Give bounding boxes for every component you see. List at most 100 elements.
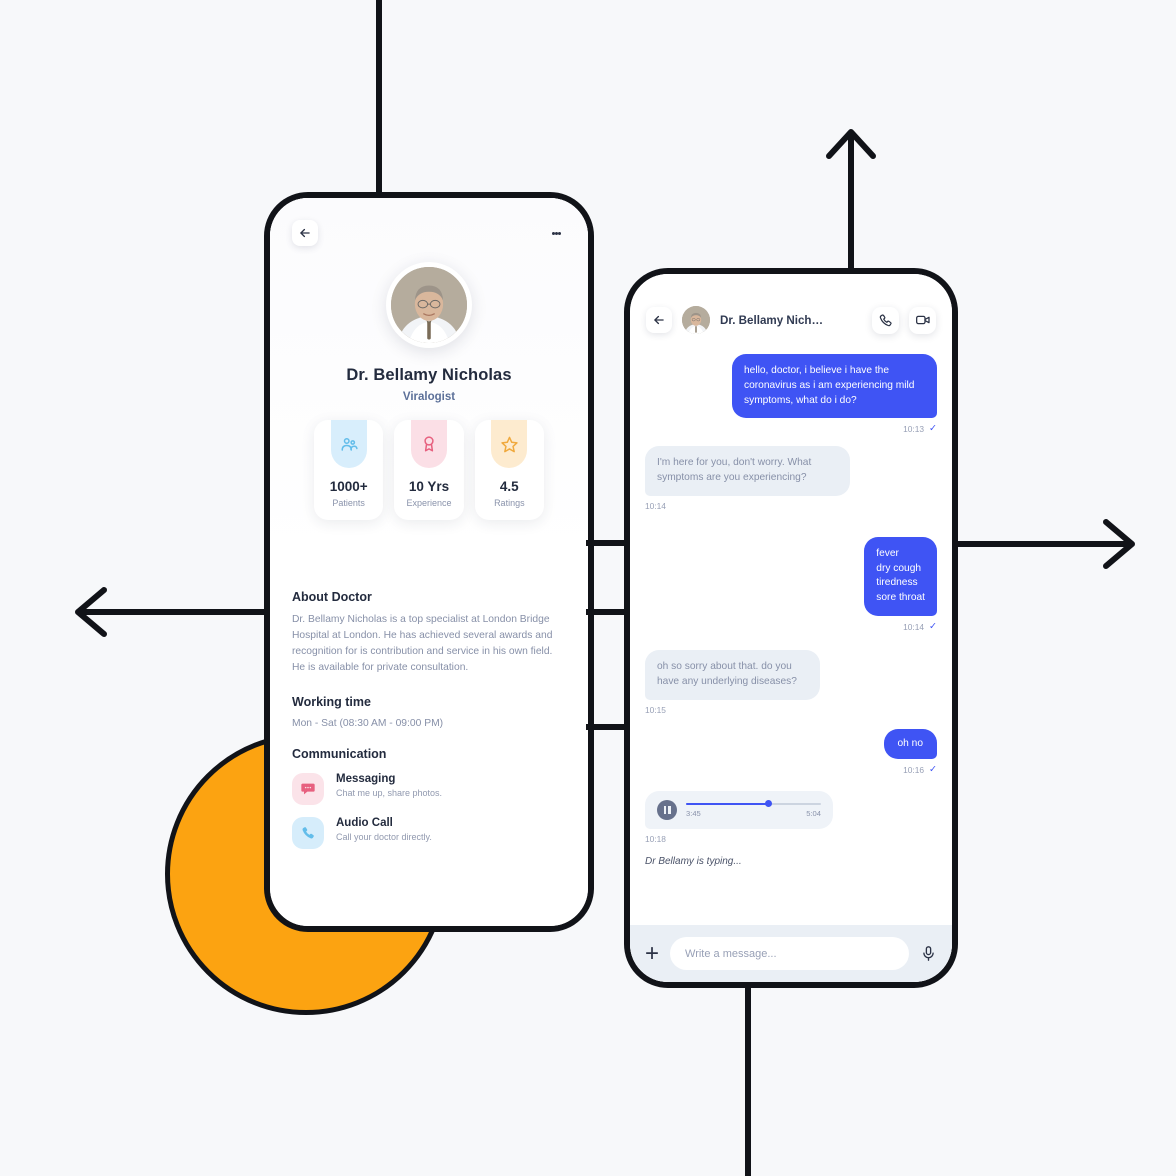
chat-message-incoming: oh so sorry about that. do you have any … xyxy=(645,650,937,715)
chat-message-outgoing: oh no 10:16 ✓ xyxy=(645,728,937,775)
doctor-avatar xyxy=(386,262,472,348)
communication-item-desc: Call your doctor directly. xyxy=(336,831,432,842)
communication-item-desc: Chat me up, share photos. xyxy=(336,787,443,798)
communication-item-title: Audio Call xyxy=(336,816,393,829)
message-bubble[interactable]: oh no xyxy=(883,728,937,760)
voice-progress-bar xyxy=(686,800,821,808)
star-icon-wrap xyxy=(491,420,528,468)
pause-icon xyxy=(668,806,671,815)
showcase-canvas: Dr. Bellamy Nicholas Viralogist 1000+ Pa… xyxy=(0,0,1176,1176)
arrow-left-icon xyxy=(300,228,310,238)
doctor-portrait-icon xyxy=(682,306,710,334)
profile-screen: Dr. Bellamy Nicholas Viralogist 1000+ Pa… xyxy=(270,198,588,926)
message-meta: 10:18 xyxy=(645,834,666,844)
message-bubble[interactable]: fever dry cough tiredness sore throat xyxy=(864,536,937,617)
stat-card-ratings[interactable]: 4.5 Ratings xyxy=(474,420,544,520)
profile-hero: Dr. Bellamy Nicholas Viralogist 1000+ Pa… xyxy=(270,198,588,558)
back-button[interactable] xyxy=(292,220,318,246)
chat-messages: hello, doctor, i believe i have the coro… xyxy=(630,344,952,925)
audio-call-button[interactable] xyxy=(872,306,899,334)
doctor-portrait-icon xyxy=(391,267,467,343)
people-icon xyxy=(341,438,358,451)
stat-label: Ratings xyxy=(494,498,525,508)
communication-text-block: Audio Call Call your doctor directly. xyxy=(336,817,432,842)
award-icon xyxy=(424,436,434,452)
chat-message-incoming: I'm here for you, don't worry. What symp… xyxy=(645,446,937,511)
voice-progress-knob[interactable] xyxy=(764,800,772,808)
communication-item-title: Messaging xyxy=(336,772,396,785)
chat-screen: Dr. Bellamy Nich… hello, doctor, i belie… xyxy=(630,274,952,982)
read-receipt-icon: ✓ xyxy=(929,423,937,435)
stat-value: 1000+ xyxy=(329,479,368,494)
phone-icon xyxy=(879,313,892,326)
stat-label: Experience xyxy=(406,498,452,508)
profile-topbar xyxy=(292,220,566,246)
chat-back-button[interactable] xyxy=(646,307,672,333)
doctor-name: Dr. Bellamy Nicholas xyxy=(346,366,512,384)
chat-composer: + Write a message... xyxy=(630,925,952,982)
message-time: 10:18 xyxy=(645,834,666,845)
voice-pause-button[interactable] xyxy=(657,800,677,821)
more-vertical-icon xyxy=(557,231,561,235)
more-options-button[interactable] xyxy=(546,220,566,246)
voice-elapsed: 3:45 xyxy=(686,808,701,818)
message-meta: 10:14 xyxy=(645,501,666,511)
about-text: Dr. Bellamy Nicholas is a top specialist… xyxy=(292,614,553,674)
star-icon xyxy=(501,436,518,452)
microphone-icon[interactable] xyxy=(920,945,937,962)
read-receipt-icon: ✓ xyxy=(929,621,937,633)
communication-text-block: Messaging Chat me up, share photos. xyxy=(336,773,442,798)
message-meta: 10:14 ✓ xyxy=(903,621,937,632)
message-time: 10:13 xyxy=(903,423,925,434)
video-call-button[interactable] xyxy=(909,306,936,334)
message-bubble[interactable]: hello, doctor, i believe i have the coro… xyxy=(732,354,937,419)
communication-title: Communication xyxy=(292,746,387,761)
pause-icon xyxy=(663,806,666,815)
voice-message-player[interactable]: 3:45 5:04 xyxy=(645,791,833,830)
chat-bubble-icon xyxy=(301,783,315,794)
video-camera-icon xyxy=(915,315,930,325)
phone-icon xyxy=(302,826,314,839)
chat-bubble-icon-wrap xyxy=(292,772,324,805)
message-bubble[interactable]: I'm here for you, don't worry. What symp… xyxy=(645,446,850,496)
message-time: 10:14 xyxy=(645,500,666,511)
award-icon-wrap xyxy=(410,420,447,468)
phone-chat: Dr. Bellamy Nich… hello, doctor, i belie… xyxy=(624,268,958,988)
stat-value: 4.5 xyxy=(499,479,519,494)
stat-label: Patients xyxy=(332,498,365,508)
doctor-role: Viralogist xyxy=(402,391,456,403)
chat-message-outgoing: hello, doctor, i believe i have the coro… xyxy=(645,354,937,434)
message-meta: 10:16 ✓ xyxy=(903,764,937,775)
doctor-stats: 1000+ Patients 10 Yrs Experience 4.5 Rat… xyxy=(292,420,566,520)
communication-item-messaging[interactable]: Messaging Chat me up, share photos. xyxy=(292,772,566,805)
arrow-left-icon xyxy=(654,315,664,325)
message-bubble[interactable]: oh so sorry about that. do you have any … xyxy=(645,650,820,700)
chat-contact-avatar[interactable] xyxy=(682,306,710,334)
voice-duration: 5:04 xyxy=(806,808,821,818)
voice-time-row: 3:45 5:04 xyxy=(686,809,821,818)
message-meta: 10:15 xyxy=(645,705,666,715)
voice-progress-track[interactable]: 3:45 5:04 xyxy=(686,800,821,818)
message-time: 10:15 xyxy=(645,704,666,715)
chat-header: Dr. Bellamy Nich… xyxy=(630,274,952,344)
stat-card-patients[interactable]: 1000+ Patients xyxy=(314,420,384,520)
message-input[interactable]: Write a message... xyxy=(670,937,909,970)
chat-message-voice: 3:45 5:04 10:18 xyxy=(645,791,937,844)
profile-details: About Doctor Dr. Bellamy Nicholas is a t… xyxy=(270,558,588,849)
message-time: 10:16 xyxy=(903,764,925,775)
chat-message-outgoing: fever dry cough tiredness sore throat 10… xyxy=(645,536,937,632)
stat-card-experience[interactable]: 10 Yrs Experience xyxy=(394,420,464,520)
working-time-text: Mon - Sat (08:30 AM - 09:00 PM) xyxy=(292,717,444,729)
stat-value: 10 Yrs xyxy=(408,479,450,494)
read-receipt-icon: ✓ xyxy=(929,764,937,776)
about-title: About Doctor xyxy=(292,590,372,604)
typing-indicator: Dr Bellamy is typing... xyxy=(645,856,742,868)
add-attachment-button[interactable]: + xyxy=(645,941,659,966)
communication-item-audio-call[interactable]: Audio Call Call your doctor directly. xyxy=(292,816,566,849)
message-time: 10:14 xyxy=(903,621,925,632)
people-icon-wrap xyxy=(330,420,367,468)
voice-progress-fill xyxy=(686,802,769,805)
working-time-title: Working time xyxy=(292,694,371,709)
chat-contact-name: Dr. Bellamy Nich… xyxy=(720,313,824,327)
phone-doctor-profile: Dr. Bellamy Nicholas Viralogist 1000+ Pa… xyxy=(264,192,594,932)
